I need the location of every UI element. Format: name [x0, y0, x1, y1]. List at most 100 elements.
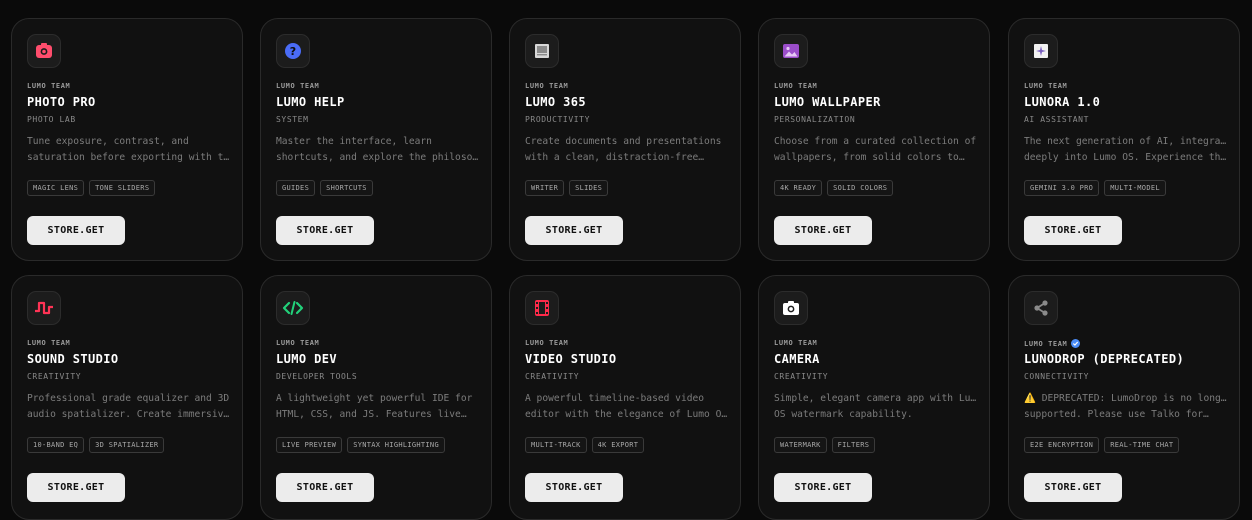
tag: TONE SLIDERS	[89, 180, 156, 196]
tag: MAGIC LENS	[27, 180, 85, 196]
app-title: PHOTO PRO	[27, 95, 96, 109]
app-description: A powerful timeline-based video editor w…	[525, 393, 730, 420]
store-get-button[interactable]: STORE.GET	[1024, 473, 1122, 502]
store-get-button[interactable]: STORE.GET	[27, 473, 125, 502]
tag-list: E2E ENCRYPTION REAL-TIME CHAT	[1024, 437, 1180, 453]
tag: WATERMARK	[774, 437, 827, 453]
tag-list: 10-BAND EQ 3D SPATIALIZER	[27, 437, 165, 453]
app-title: LUNODROP (DEPRECATED)	[1024, 352, 1185, 366]
app-title: LUMO HELP	[276, 95, 345, 109]
tag: MULTI-TRACK	[525, 437, 587, 453]
tag: WRITER	[525, 180, 565, 196]
store-get-button[interactable]: STORE.GET	[276, 473, 374, 502]
publisher-label: LUMO TEAM	[1024, 82, 1068, 90]
tag: SYNTAX HIGHLIGHTING	[347, 437, 445, 453]
tag: 10-BAND EQ	[27, 437, 85, 453]
tag: SLIDES	[569, 180, 609, 196]
app-description: Master the interface, learn shortcuts, a…	[276, 136, 481, 163]
tag: GEMINI 3.0 PRO	[1024, 180, 1100, 196]
verified-badge-icon	[1071, 339, 1081, 348]
tag-list: LIVE PREVIEW SYNTAX HIGHLIGHTING	[276, 437, 445, 453]
tag: 4K EXPORT	[591, 437, 645, 453]
app-title: LUNORA 1.0	[1024, 95, 1101, 109]
publisher-label: LUMO TEAM	[1024, 339, 1081, 348]
publisher-label: LUMO TEAM	[27, 339, 71, 347]
app-category: CREATIVITY	[27, 372, 82, 381]
app-description: The next generation of AI, integrated de…	[1024, 136, 1229, 163]
app-card[interactable]: LUMO TEAM PHOTO PRO PHOTO LAB Tune expos…	[11, 18, 243, 261]
app-category: SYSTEM	[276, 115, 309, 124]
tag: SHORTCUTS	[320, 180, 373, 196]
app-description: Choose from a curated collection of wall…	[774, 136, 977, 163]
app-description: Create documents and presentations with …	[525, 136, 722, 163]
publisher-label: LUMO TEAM	[525, 339, 569, 347]
app-card[interactable]: LUMO TEAM LUMO WALLPAPER PERSONALIZATION…	[758, 18, 990, 261]
tag: SOLID COLORS	[827, 180, 894, 196]
film-icon	[525, 291, 559, 325]
app-description: Simple, elegant camera app with Lumo OS …	[774, 393, 979, 420]
help-icon: ?	[276, 34, 310, 68]
tag-list: WRITER SLIDES	[525, 180, 609, 196]
publisher-label: LUMO TEAM	[774, 339, 818, 347]
tag: E2E ENCRYPTION	[1024, 437, 1100, 453]
tag: REAL-TIME CHAT	[1104, 437, 1180, 453]
warning-icon: ⚠️	[1024, 393, 1036, 404]
store-get-button[interactable]: STORE.GET	[27, 216, 125, 245]
tag-list: MAGIC LENS TONE SLIDERS	[27, 180, 156, 196]
app-category: AI ASSISTANT	[1024, 115, 1089, 124]
publisher-label: LUMO TEAM	[276, 339, 320, 347]
waveform-icon	[27, 291, 61, 325]
store-get-button[interactable]: STORE.GET	[1024, 216, 1122, 245]
share-icon	[1024, 291, 1058, 325]
app-store-grid: LUMO TEAM PHOTO PRO PHOTO LAB Tune expos…	[0, 0, 1252, 520]
app-card[interactable]: LUMO TEAM LUNORA 1.0 AI ASSISTANT The ne…	[1008, 18, 1240, 261]
app-category: CREATIVITY	[525, 372, 580, 381]
image-icon	[774, 34, 808, 68]
store-get-button[interactable]: STORE.GET	[276, 216, 374, 245]
document-icon	[525, 34, 559, 68]
app-category: CONNECTIVITY	[1024, 372, 1089, 381]
app-title: VIDEO STUDIO	[525, 352, 617, 366]
app-category: CREATIVITY	[774, 372, 829, 381]
app-title: SOUND STUDIO	[27, 352, 119, 366]
app-title: LUMO 365	[525, 95, 586, 109]
app-card[interactable]: LUMO TEAM VIDEO STUDIO CREATIVITY A powe…	[509, 275, 741, 520]
sparkle-icon	[1024, 34, 1058, 68]
publisher-label: LUMO TEAM	[774, 82, 818, 90]
app-card[interactable]: LUMO TEAM SOUND STUDIO CREATIVITY Profes…	[11, 275, 243, 520]
app-card[interactable]: ? LUMO TEAM LUMO HELP SYSTEM Master the …	[260, 18, 492, 261]
app-description: Professional grade equalizer and 3D audi…	[27, 393, 232, 420]
camera-frame-icon	[27, 34, 61, 68]
app-title: LUMO WALLPAPER	[774, 95, 881, 109]
app-card[interactable]: LUMO TEAM CAMERA CREATIVITY Simple, eleg…	[758, 275, 990, 520]
app-card[interactable]: LUMO TEAM LUMO DEV DEVELOPER TOOLS A lig…	[260, 275, 492, 520]
store-get-button[interactable]: STORE.GET	[525, 473, 623, 502]
tag-list: 4K READY SOLID COLORS	[774, 180, 894, 196]
app-category: PHOTO LAB	[27, 115, 76, 124]
tag-list: GUIDES SHORTCUTS	[276, 180, 373, 196]
app-description: A lightweight yet powerful IDE for HTML,…	[276, 393, 473, 420]
store-get-button[interactable]: STORE.GET	[774, 216, 872, 245]
tag: 4K READY	[774, 180, 823, 196]
app-description: ⚠️ DEPRECATED: LumoDrop is no longer sup…	[1024, 393, 1229, 420]
app-category: PRODUCTIVITY	[525, 115, 590, 124]
svg-text:?: ?	[290, 45, 296, 58]
tag-list: MULTI-TRACK 4K EXPORT	[525, 437, 645, 453]
publisher-label: LUMO TEAM	[27, 82, 71, 90]
app-card[interactable]: LUMO TEAM LUNODROP (DEPRECATED) CONNECTI…	[1008, 275, 1240, 520]
app-category: DEVELOPER TOOLS	[276, 372, 358, 381]
camera-icon	[774, 291, 808, 325]
store-get-button[interactable]: STORE.GET	[774, 473, 872, 502]
tag: LIVE PREVIEW	[276, 437, 343, 453]
app-card[interactable]: LUMO TEAM LUMO 365 PRODUCTIVITY Create d…	[509, 18, 741, 261]
app-category: PERSONALIZATION	[774, 115, 856, 124]
store-get-button[interactable]: STORE.GET	[525, 216, 623, 245]
publisher-label: LUMO TEAM	[525, 82, 569, 90]
tag-list: GEMINI 3.0 PRO MULTI-MODEL	[1024, 180, 1166, 196]
tag: FILTERS	[831, 437, 876, 453]
tag: GUIDES	[276, 180, 316, 196]
publisher-label: LUMO TEAM	[276, 82, 320, 90]
app-title: LUMO DEV	[276, 352, 337, 366]
tag: 3D SPATIALIZER	[89, 437, 165, 453]
app-title: CAMERA	[774, 352, 820, 366]
